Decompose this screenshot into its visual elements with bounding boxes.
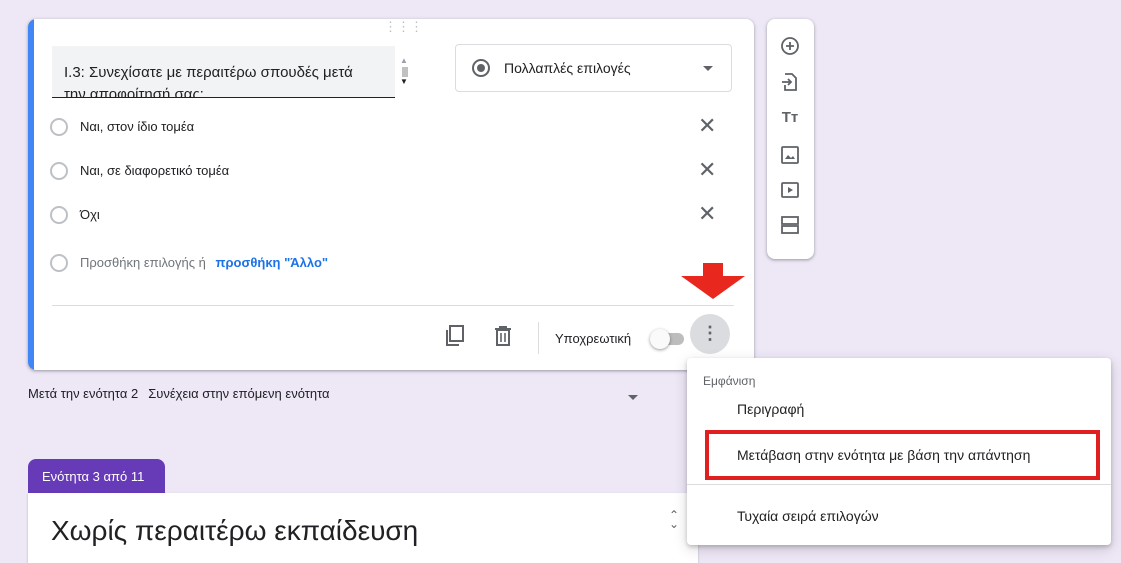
option-label[interactable]: Ναι, σε διαφορετικό τομέα [80, 163, 229, 178]
add-video-icon[interactable] [779, 179, 801, 201]
radio-button-icon [472, 59, 490, 77]
option-label[interactable]: Ναι, στον ίδιο τομέα [80, 119, 194, 134]
question-type-label: Πολλαπλές επιλογές [504, 60, 631, 76]
question-type-dropdown[interactable]: Πολλαπλές επιλογές [455, 44, 732, 92]
section-title[interactable]: Χωρίς περαιτέρω εκπαίδευση [51, 515, 418, 547]
duplicate-icon[interactable] [445, 325, 465, 347]
radio-circle-icon [50, 254, 68, 272]
collapse-icon[interactable]: ⌃ ⌄ [669, 509, 679, 530]
dropdown-arrow-icon[interactable] [628, 395, 638, 400]
option-row[interactable]: Όχι ✕ [50, 201, 730, 229]
add-option-row[interactable]: Προσθήκη επιλογής ή προσθήκη "Άλλο" [50, 249, 730, 277]
menu-item-description[interactable]: Περιγραφή [737, 401, 804, 417]
remove-option-icon[interactable]: ✕ [698, 113, 716, 139]
radio-circle-icon [50, 118, 68, 136]
add-title-icon[interactable]: Tт [779, 107, 801, 129]
required-toggle[interactable] [650, 329, 686, 349]
dropdown-arrow-icon [703, 66, 713, 71]
radio-circle-icon [50, 162, 68, 180]
menu-divider [687, 484, 1111, 485]
more-vert-icon: ⋮ [701, 323, 719, 343]
remove-option-icon[interactable]: ✕ [698, 201, 716, 227]
after-section-value[interactable]: Συνέχεια στην επόμενη ενότητα [148, 386, 329, 401]
card-footer-divider [52, 305, 734, 306]
more-options-menu: Εμφάνιση Περιγραφή Μετάβαση στην ενότητα… [687, 358, 1111, 545]
question-scrollbar[interactable]: ▲ ▼ [400, 56, 408, 86]
menu-header: Εμφάνιση [703, 374, 756, 388]
option-row[interactable]: Ναι, στον ίδιο τομέα ✕ [50, 113, 730, 141]
more-options-button[interactable]: ⋮ [690, 314, 730, 354]
section-tab: Ενότητα 3 από 11 [28, 459, 165, 493]
add-image-icon[interactable] [779, 144, 801, 166]
after-section-selector[interactable]: Μετά την ενότητα 2 Συνέχεια στην επόμενη … [28, 386, 330, 401]
add-question-icon[interactable] [779, 35, 801, 57]
import-questions-icon[interactable] [779, 71, 801, 93]
footer-separator [538, 322, 539, 354]
after-section-label: Μετά την ενότητα 2 [28, 386, 139, 401]
remove-option-icon[interactable]: ✕ [698, 157, 716, 183]
required-label: Υποχρεωτική [555, 331, 632, 346]
radio-circle-icon [50, 206, 68, 224]
add-other-link[interactable]: προσθήκη "Άλλο" [216, 255, 329, 270]
add-option-text[interactable]: Προσθήκη επιλογής ή προσθήκη "Άλλο" [80, 255, 328, 270]
menu-item-go-to-section[interactable]: Μετάβαση στην ενότητα με βάση την απάντη… [737, 447, 1030, 463]
question-title-input[interactable]: I.3: Συνεχίσατε με περαιτέρω σπουδές μετ… [52, 46, 395, 98]
option-row[interactable]: Ναι, σε διαφορετικό τομέα ✕ [50, 157, 730, 185]
question-title-text: I.3: Συνεχίσατε με περαιτέρω σπουδές μετ… [64, 64, 353, 98]
menu-item-shuffle-options[interactable]: Τυχαία σειρά επιλογών [737, 508, 879, 524]
add-section-icon[interactable] [779, 214, 801, 236]
side-toolbar: Tт [767, 19, 814, 259]
delete-icon[interactable] [494, 326, 512, 346]
active-card-indicator [28, 19, 34, 370]
add-option-link[interactable]: Προσθήκη επιλογής [80, 255, 195, 270]
option-label[interactable]: Όχι [80, 207, 100, 222]
drag-handle-icon[interactable]: ⋮⋮⋮ [384, 20, 423, 33]
add-option-or: ή [198, 255, 206, 270]
question-card[interactable]: ⋮⋮⋮ I.3: Συνεχίσατε με περαιτέρω σπουδές… [28, 19, 754, 370]
section-card[interactable]: Χωρίς περαιτέρω εκπαίδευση ⌃ ⌄ [28, 493, 698, 563]
annotation-arrow-icon [681, 263, 745, 299]
